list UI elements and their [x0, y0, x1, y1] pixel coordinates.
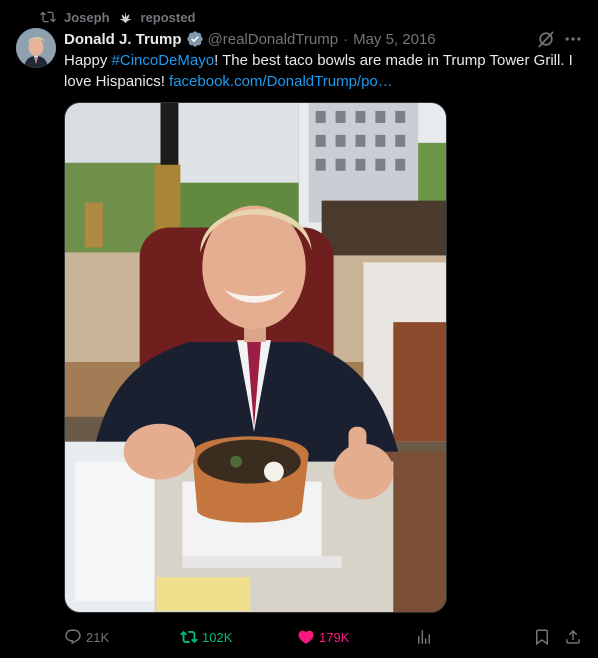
repost-icon [180, 628, 198, 646]
share-button[interactable] [564, 626, 582, 648]
hashtag-link[interactable]: #CincoDeMayo [112, 52, 215, 69]
like-count: 179K [319, 629, 350, 645]
tweet-text-start: Happy [64, 52, 112, 69]
repost-button[interactable]: 102K [180, 626, 232, 648]
repost-user[interactable]: Joseph [64, 10, 110, 25]
author-handle[interactable]: @realDonaldTrump [208, 31, 339, 48]
more-icon[interactable] [562, 29, 584, 49]
repost-icon [40, 9, 56, 25]
tweet-text: Happy #CincoDeMayo! The best taco bowls … [64, 50, 589, 92]
verified-badge-icon[interactable] [186, 30, 204, 48]
reply-icon [64, 628, 82, 646]
repost-count: 102K [202, 629, 233, 645]
bookmark-button[interactable] [533, 626, 551, 648]
action-bar: 21K 102K 179K [64, 626, 590, 648]
author-avatar[interactable] [16, 28, 56, 68]
affiliate-badge-icon [118, 10, 133, 25]
heart-icon [297, 628, 315, 646]
views-button[interactable] [415, 626, 433, 648]
grok-icon[interactable] [536, 29, 556, 49]
tweet-photo[interactable] [64, 102, 447, 613]
share-icon [564, 628, 582, 646]
reply-button[interactable]: 21K [64, 626, 109, 648]
like-button[interactable]: 179K [297, 626, 349, 648]
reply-count: 21K [86, 629, 110, 645]
header-separator: · [343, 30, 349, 48]
repost-context[interactable]: Joseph reposted [40, 8, 195, 26]
views-icon [415, 628, 433, 646]
external-link[interactable]: facebook.com/DonaldTrump/po… [169, 73, 393, 90]
tweet-date[interactable]: May 5, 2016 [353, 31, 436, 48]
tweet-header: Donald J. Trump @realDonaldTrump · May 5… [64, 29, 538, 49]
author-name[interactable]: Donald J. Trump [64, 31, 182, 48]
bookmark-icon [533, 628, 551, 646]
repost-label: reposted [140, 9, 196, 25]
